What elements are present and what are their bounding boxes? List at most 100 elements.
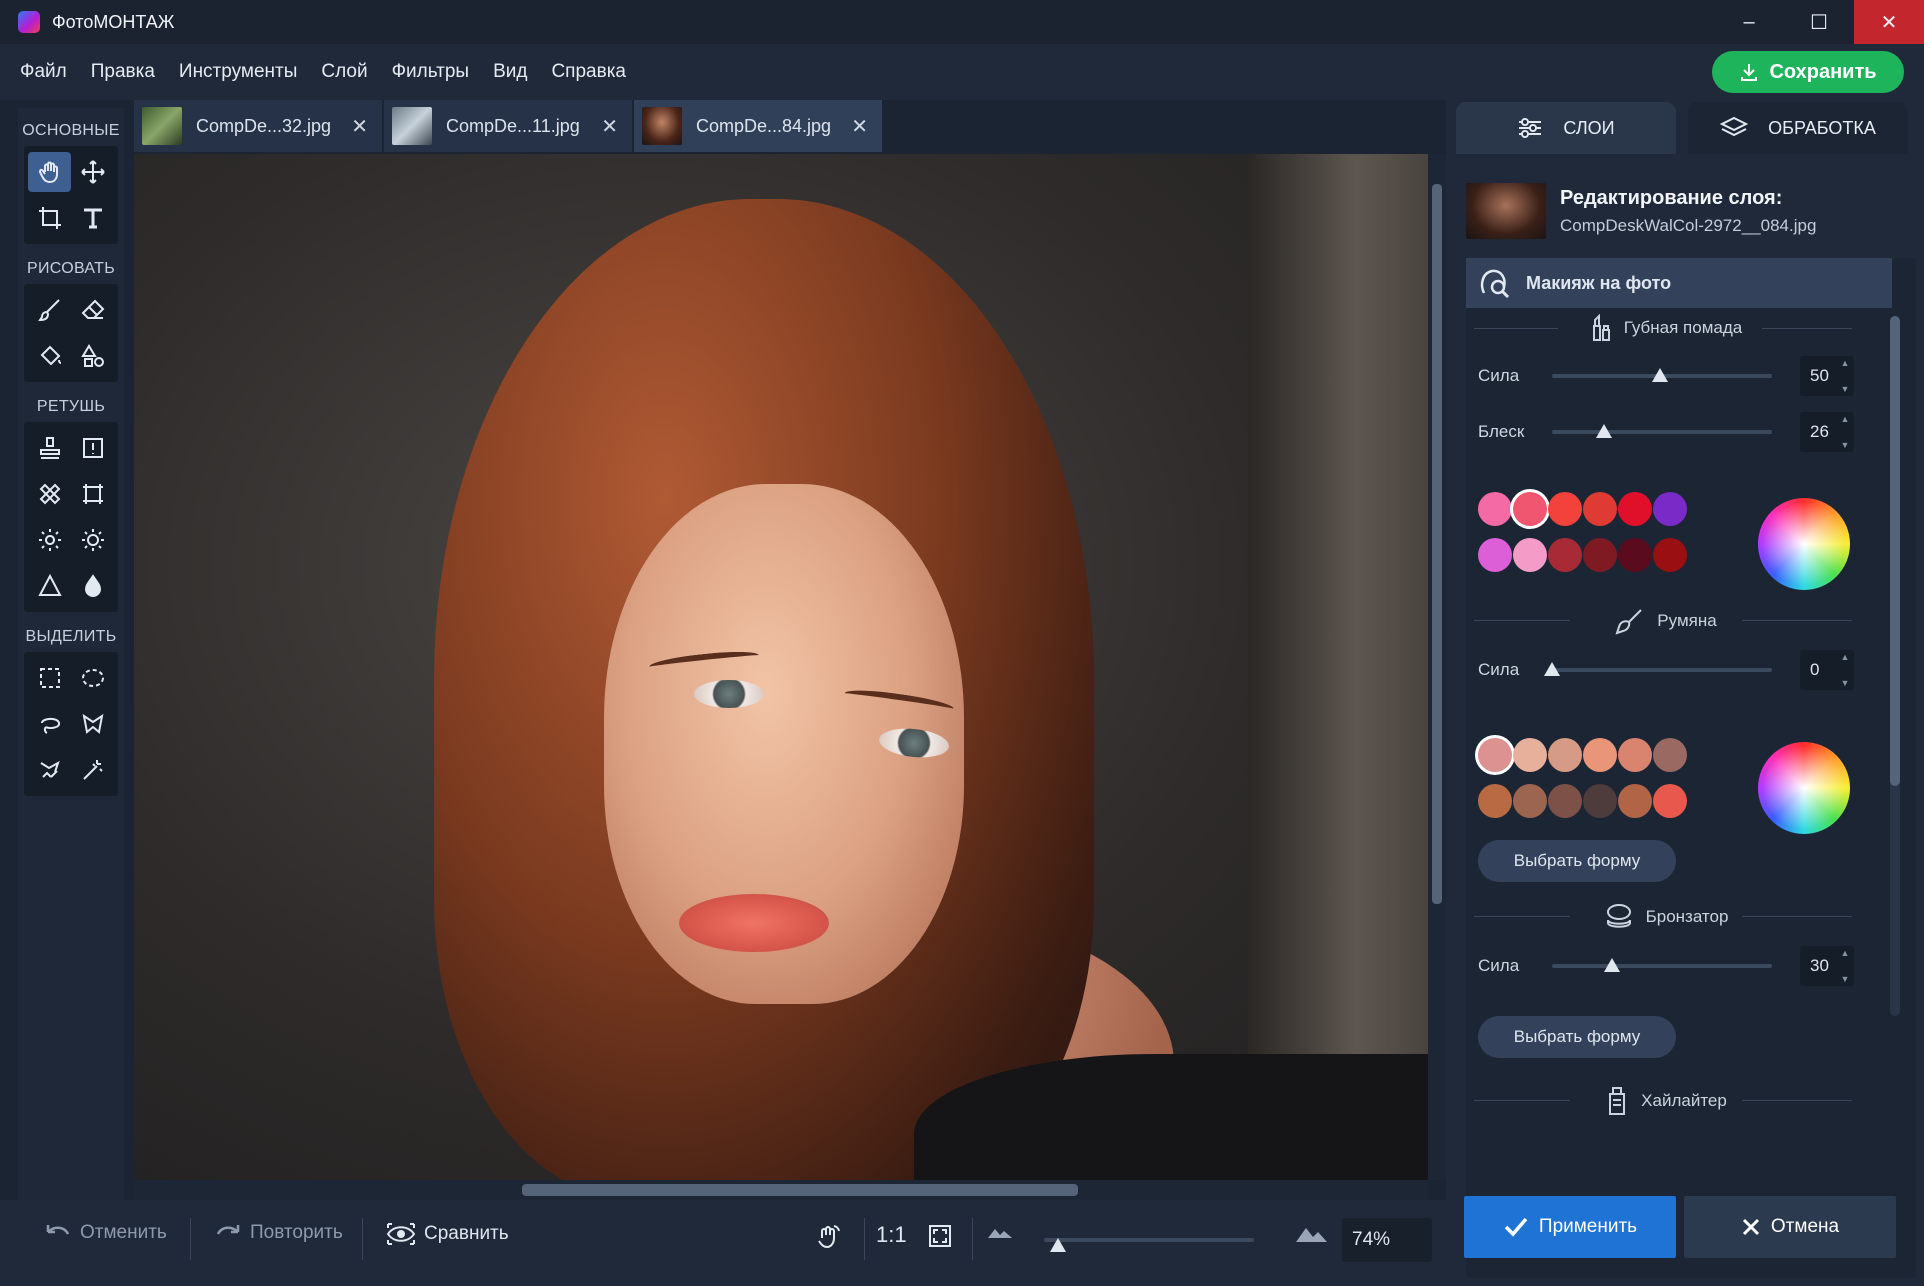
scroll-thumb[interactable] (1432, 184, 1442, 904)
lipstick-color-swatch[interactable] (1583, 538, 1617, 572)
close-tab-icon[interactable]: ✕ (851, 114, 868, 139)
blush-strength-input[interactable]: 0 ▲ ▼ (1800, 650, 1854, 690)
ellipse-select-tool[interactable] (71, 658, 114, 698)
blush-color-swatch[interactable] (1583, 738, 1617, 772)
menu-filters[interactable]: Фильтры (392, 61, 469, 83)
spin-up-icon[interactable]: ▲ (1838, 948, 1852, 958)
menu-file[interactable]: Файл (20, 61, 67, 83)
zoom-in-button[interactable] (1294, 1222, 1328, 1244)
blush-color-swatch[interactable] (1513, 784, 1547, 818)
blur-tool[interactable] (71, 566, 114, 606)
lipstick-color-swatch[interactable] (1618, 538, 1652, 572)
blush-color-wheel[interactable] (1758, 742, 1850, 834)
tab-document-3[interactable]: CompDe...84.jpg ✕ (634, 100, 882, 152)
hand-tool[interactable] (28, 152, 71, 192)
scroll-thumb[interactable] (522, 1184, 1078, 1196)
lipstick-color-swatch[interactable] (1478, 492, 1512, 526)
lipstick-color-swatch[interactable] (1583, 492, 1617, 526)
makeup-section-header[interactable]: Макияж на фото (1466, 258, 1892, 308)
bronzer-strength-slider[interactable] (1552, 964, 1772, 968)
undo-button[interactable]: Отменить (44, 1222, 167, 1244)
lipstick-gloss-input[interactable]: 26 ▲ ▼ (1800, 412, 1854, 452)
lipstick-color-swatch[interactable] (1513, 538, 1547, 572)
tab-document-1[interactable]: CompDe...32.jpg ✕ (134, 100, 382, 152)
zoom-out-button[interactable] (986, 1222, 1016, 1242)
polygon-lasso-tool[interactable] (71, 704, 114, 744)
spin-down-icon[interactable]: ▼ (1838, 384, 1852, 394)
magnetic-lasso-tool[interactable] (28, 750, 71, 790)
rotate-view-button[interactable] (814, 1222, 842, 1250)
minimize-button[interactable]: – (1714, 0, 1784, 44)
blush-strength-slider[interactable] (1552, 668, 1772, 672)
blush-color-swatch[interactable] (1618, 738, 1652, 772)
menu-view[interactable]: Вид (493, 61, 527, 83)
blush-color-swatch[interactable] (1583, 784, 1617, 818)
redo-button[interactable]: Повторить (214, 1222, 343, 1244)
tab-layers[interactable]: СЛОИ (1456, 102, 1676, 154)
clone-area-tool[interactable] (71, 474, 114, 514)
rect-select-tool[interactable] (28, 658, 71, 698)
menu-tools[interactable]: Инструменты (179, 61, 297, 83)
darken-tool[interactable] (71, 520, 114, 560)
canvas-horizontal-scrollbar[interactable] (134, 1180, 1428, 1200)
bronzer-choose-shape-button[interactable]: Выбрать форму (1478, 1016, 1676, 1058)
healing-tool[interactable] (28, 474, 71, 514)
tab-document-2[interactable]: CompDe...11.jpg ✕ (384, 100, 632, 152)
lipstick-color-swatch[interactable] (1653, 538, 1687, 572)
lipstick-color-swatch[interactable] (1478, 538, 1512, 572)
brush-tool[interactable] (28, 290, 71, 330)
spin-down-icon[interactable]: ▼ (1838, 678, 1852, 688)
scroll-thumb[interactable] (1890, 316, 1900, 786)
canvas-vertical-scrollbar[interactable] (1428, 154, 1446, 1180)
actual-size-button[interactable]: 1:1 (876, 1222, 907, 1248)
zoom-level-input[interactable]: 74% (1342, 1218, 1432, 1262)
spin-up-icon[interactable]: ▲ (1838, 652, 1852, 662)
fit-screen-button[interactable] (926, 1222, 954, 1250)
sharpen-tool[interactable] (28, 566, 71, 606)
shapes-tool[interactable] (71, 336, 114, 376)
move-tool[interactable] (71, 152, 114, 192)
zoom-slider-thumb[interactable] (1050, 1238, 1066, 1252)
lipstick-color-swatch[interactable] (1548, 492, 1582, 526)
spin-up-icon[interactable]: ▲ (1838, 358, 1852, 368)
bronzer-strength-input[interactable]: 30 ▲ ▼ (1800, 946, 1854, 986)
blush-color-swatch[interactable] (1618, 784, 1652, 818)
blush-choose-shape-button[interactable]: Выбрать форму (1478, 840, 1676, 882)
lasso-tool[interactable] (28, 704, 71, 744)
lipstick-strength-thumb[interactable] (1652, 368, 1668, 382)
save-button[interactable]: Сохранить (1712, 51, 1904, 93)
spin-down-icon[interactable]: ▼ (1838, 440, 1852, 450)
lipstick-color-swatch[interactable] (1618, 492, 1652, 526)
blush-color-swatch[interactable] (1548, 738, 1582, 772)
blush-color-swatch[interactable] (1478, 738, 1512, 772)
patch-tool[interactable] (71, 428, 114, 468)
image-canvas[interactable] (134, 154, 1428, 1180)
spin-up-icon[interactable]: ▲ (1838, 414, 1852, 424)
eraser-tool[interactable] (71, 290, 114, 330)
lipstick-color-swatch[interactable] (1548, 538, 1582, 572)
menu-edit[interactable]: Правка (91, 61, 155, 83)
blush-color-swatch[interactable] (1653, 784, 1687, 818)
close-window-button[interactable]: ✕ (1854, 0, 1924, 44)
lipstick-gloss-slider[interactable] (1552, 430, 1772, 434)
zoom-slider[interactable] (1044, 1238, 1254, 1242)
bronzer-strength-thumb[interactable] (1604, 958, 1620, 972)
lipstick-strength-input[interactable]: 50 ▲ ▼ (1800, 356, 1854, 396)
panel-scrollbar[interactable] (1890, 316, 1900, 1016)
magic-wand-tool[interactable] (71, 750, 114, 790)
menu-help[interactable]: Справка (551, 61, 626, 83)
lipstick-color-wheel[interactable] (1758, 498, 1850, 590)
lipstick-gloss-thumb[interactable] (1596, 424, 1612, 438)
stamp-tool[interactable] (28, 428, 71, 468)
text-tool[interactable] (71, 198, 114, 238)
tab-processing[interactable]: ОБРАБОТКА (1688, 102, 1908, 154)
apply-button[interactable]: Применить (1464, 1196, 1676, 1258)
blush-strength-thumb[interactable] (1544, 662, 1560, 676)
blush-color-swatch[interactable] (1478, 784, 1512, 818)
close-tab-icon[interactable]: ✕ (601, 114, 618, 139)
menu-layer[interactable]: Слой (321, 61, 367, 83)
maximize-button[interactable]: ☐ (1784, 0, 1854, 44)
blush-color-swatch[interactable] (1513, 738, 1547, 772)
close-tab-icon[interactable]: ✕ (351, 114, 368, 139)
lipstick-color-swatch[interactable] (1513, 492, 1547, 526)
